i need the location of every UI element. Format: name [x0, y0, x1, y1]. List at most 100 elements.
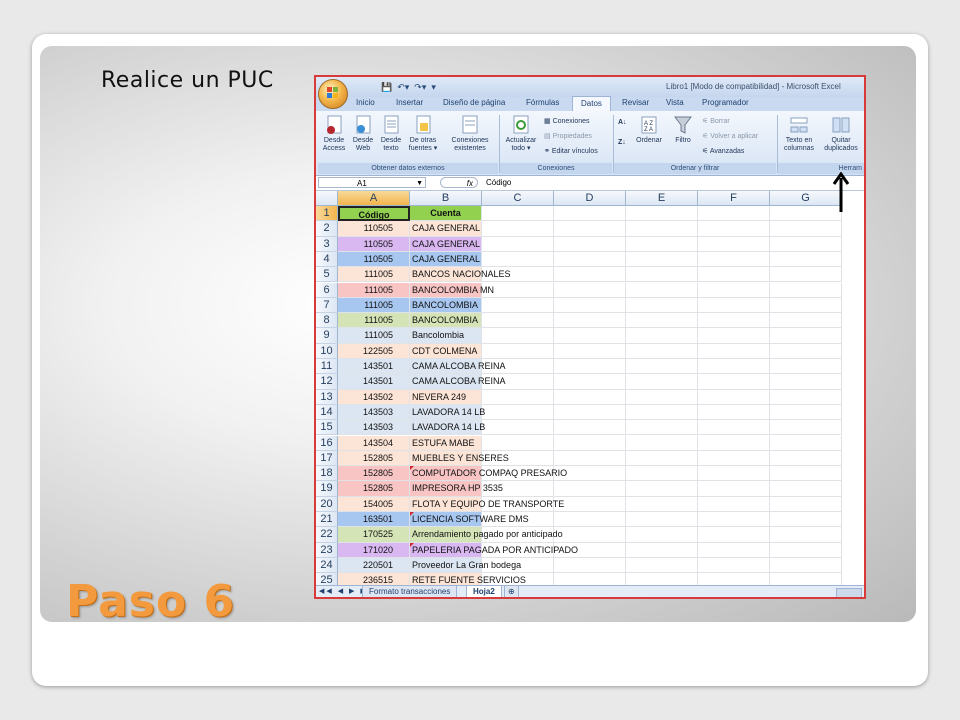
- save-icon[interactable]: 💾: [381, 82, 392, 93]
- cell-empty[interactable]: [554, 313, 626, 329]
- cell-empty[interactable]: [554, 267, 626, 283]
- cell-code[interactable]: 143501: [338, 359, 410, 375]
- tab-datos[interactable]: Datos: [572, 96, 611, 111]
- sort-za-icon[interactable]: Z↓: [618, 139, 626, 146]
- cell-empty[interactable]: [554, 573, 626, 585]
- cell-empty[interactable]: [554, 343, 626, 359]
- cell-empty[interactable]: [770, 221, 842, 237]
- cell-empty[interactable]: [770, 267, 842, 283]
- row-header[interactable]: 10: [316, 343, 338, 359]
- cell-account[interactable]: IMPRESORA HP 3535: [410, 481, 503, 497]
- volver-aplicar-button[interactable]: ⚟ Volver a aplicar: [702, 132, 758, 140]
- filtro-button[interactable]: Filtro: [670, 115, 696, 145]
- cell-account[interactable]: BANCOLOMBIA MN: [410, 282, 494, 298]
- cell-empty[interactable]: [626, 206, 698, 222]
- cell-empty[interactable]: [770, 481, 842, 497]
- cell-empty[interactable]: [554, 251, 626, 268]
- row-header[interactable]: 7: [316, 297, 338, 314]
- column-header-f[interactable]: F: [698, 191, 770, 206]
- column-header-d[interactable]: D: [554, 191, 626, 206]
- tab-programador[interactable]: Programador: [702, 98, 749, 107]
- horizontal-scrollbar[interactable]: [836, 588, 862, 597]
- cell-empty[interactable]: [698, 297, 770, 314]
- cell-empty[interactable]: [554, 481, 626, 497]
- row-header[interactable]: 16: [316, 435, 338, 451]
- tab-vista[interactable]: Vista: [666, 98, 684, 107]
- cell-empty[interactable]: [554, 512, 626, 528]
- cell-empty[interactable]: [626, 359, 698, 375]
- cell-account[interactable]: CAJA GENERAL: [410, 251, 482, 268]
- cell-empty[interactable]: [626, 313, 698, 329]
- column-header-b[interactable]: B: [410, 191, 482, 206]
- cell-account[interactable]: LICENCIA SOFTWARE DMS: [410, 512, 529, 528]
- cell-empty[interactable]: [626, 221, 698, 237]
- otras-fuentes-button[interactable]: De otras fuentes ▾: [406, 115, 440, 153]
- cell-empty[interactable]: [626, 420, 698, 436]
- cell-empty[interactable]: [698, 542, 770, 558]
- cell-empty[interactable]: [554, 236, 626, 252]
- cell-account[interactable]: Arrendamiento pagado por anticipado: [410, 527, 563, 543]
- cell-code[interactable]: 143504: [338, 435, 410, 451]
- cell-empty[interactable]: [554, 389, 626, 405]
- row-header[interactable]: 21: [316, 512, 338, 528]
- cell-empty[interactable]: [626, 251, 698, 268]
- cell-account[interactable]: CAJA GENERAL: [410, 236, 482, 252]
- cell-code[interactable]: 110505: [338, 251, 410, 268]
- avanzadas-button[interactable]: ⚟ Avanzadas: [702, 147, 744, 155]
- formula-input[interactable]: Código: [486, 177, 511, 189]
- row-header[interactable]: 3: [316, 236, 338, 252]
- redo-icon[interactable]: ↷▾: [414, 82, 426, 93]
- cell-empty[interactable]: [554, 496, 626, 512]
- cell-empty[interactable]: [698, 328, 770, 344]
- cell-empty[interactable]: [554, 206, 626, 222]
- select-all-corner[interactable]: [316, 191, 338, 206]
- cell-empty[interactable]: [626, 496, 698, 512]
- cell-account[interactable]: PAPELERIA PAGADA POR ANTICIPADO: [410, 542, 578, 558]
- cell-empty[interactable]: [698, 374, 770, 390]
- desde-web-button[interactable]: Desde Web: [350, 115, 376, 153]
- cell-empty[interactable]: [626, 573, 698, 585]
- cell-empty[interactable]: [554, 557, 626, 574]
- tab-revisar[interactable]: Revisar: [622, 98, 649, 107]
- undo-icon[interactable]: ↶▾: [397, 82, 409, 93]
- new-sheet-icon[interactable]: ⊕: [504, 586, 519, 597]
- cell-empty[interactable]: [626, 527, 698, 543]
- row-header[interactable]: 18: [316, 466, 338, 482]
- cell-code[interactable]: 143503: [338, 420, 410, 436]
- office-button[interactable]: [318, 79, 348, 109]
- cell-account[interactable]: Proveedor La Gran bodega: [410, 557, 521, 574]
- cell-code[interactable]: 143502: [338, 389, 410, 405]
- cell-empty[interactable]: [482, 435, 554, 451]
- cell-empty[interactable]: [770, 282, 842, 298]
- sheet-tab-hoja2[interactable]: Hoja2: [466, 586, 502, 597]
- cell-empty[interactable]: [554, 359, 626, 375]
- dropdown-arrow-icon[interactable]: ▼: [416, 178, 423, 189]
- cell-empty[interactable]: [698, 267, 770, 283]
- cell-code[interactable]: 152805: [338, 481, 410, 497]
- borrar-button[interactable]: ⚟ Borrar: [702, 117, 730, 125]
- cell-empty[interactable]: [626, 435, 698, 451]
- cell-empty[interactable]: [554, 297, 626, 314]
- cell-empty[interactable]: [698, 359, 770, 375]
- actualizar-todo-button[interactable]: Actualizar todo ▾: [502, 115, 540, 153]
- cell-code[interactable]: 110505: [338, 221, 410, 237]
- cell-empty[interactable]: [770, 297, 842, 314]
- conexiones-existentes-button[interactable]: Conexiones existentes: [448, 115, 492, 153]
- cell-empty[interactable]: [770, 512, 842, 528]
- cell-empty[interactable]: [482, 297, 554, 314]
- tab-inicio[interactable]: Inicio: [356, 98, 375, 107]
- cell-account[interactable]: MUEBLES Y ENSERES: [410, 450, 509, 467]
- cell-empty[interactable]: [626, 328, 698, 344]
- cell-code[interactable]: 111005: [338, 267, 410, 283]
- row-header[interactable]: 17: [316, 450, 338, 467]
- cell-empty[interactable]: [554, 328, 626, 344]
- cell-empty[interactable]: [482, 404, 554, 421]
- cell-code[interactable]: 152805: [338, 466, 410, 482]
- cell-account[interactable]: CDT COLMENA: [410, 343, 482, 359]
- cell-empty[interactable]: [698, 282, 770, 298]
- cell-empty[interactable]: [698, 481, 770, 497]
- name-box[interactable]: A1 ▼: [318, 177, 426, 188]
- cell-empty[interactable]: [770, 420, 842, 436]
- cell-code[interactable]: 220501: [338, 557, 410, 574]
- cell-empty[interactable]: [698, 389, 770, 405]
